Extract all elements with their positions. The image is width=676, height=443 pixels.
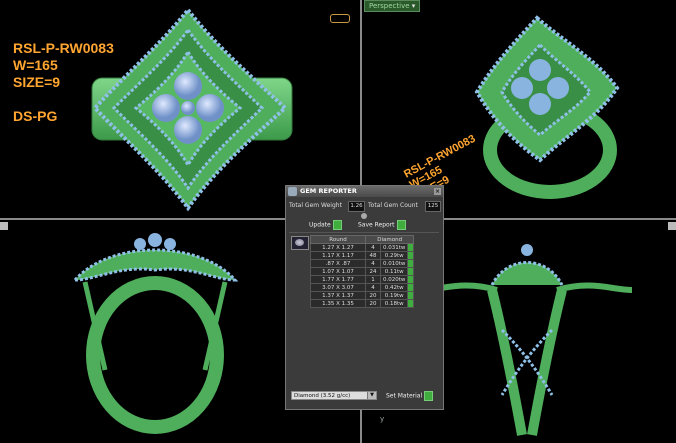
material-row: Diamond (3.52 g/cc) ▼ Set Material [291, 391, 439, 401]
gem-size: 1.27 X 1.27 [310, 243, 366, 252]
row-select-button[interactable] [407, 283, 415, 292]
table-row[interactable]: 1.77 X 1.77 1 0.020tw [310, 275, 415, 284]
totals-row: Total Gem Weight 1.26 Total Gem Count 12… [289, 201, 441, 212]
gem-weight: 0.11tw [379, 267, 409, 276]
gem-weight: 0.010tw [379, 259, 409, 268]
ring-size: SIZE=9 [13, 74, 61, 90]
table-row[interactable]: 1.07 X 1.07 24 0.11tw [310, 267, 415, 276]
row-select-button[interactable] [407, 291, 415, 300]
gem-count: 4 [365, 243, 381, 252]
action-row: Update Save Report [286, 220, 443, 231]
table-row[interactable]: .87 X .87 4 0.010tw [310, 259, 415, 268]
play-icon [332, 220, 342, 230]
table-row[interactable]: 1.17 X 1.17 48 0.29tw [310, 251, 415, 260]
table-row[interactable]: 1.27 X 1.27 4 0.031tw [310, 243, 415, 252]
gem-reporter-title: GEM REPORTER [300, 187, 357, 195]
chevron-down-icon: ▼ [367, 392, 376, 399]
gem-weight: 0.18tw [379, 299, 409, 308]
gem-weight: 0.031tw [379, 243, 409, 252]
gem-weight: 0.29tw [379, 251, 409, 260]
table-row[interactable]: 3.07 X 3.07 4 0.42tw [310, 283, 415, 292]
gem-count: 1 [365, 275, 381, 284]
gem-reporter-icon [288, 187, 297, 196]
gem-count: 20 [365, 291, 381, 300]
viewport-corner-handle[interactable] [0, 222, 8, 230]
material-select[interactable]: Diamond (3.52 g/cc) ▼ [291, 391, 377, 400]
viewport-label-perspective[interactable]: Perspective ▾ [364, 0, 421, 12]
row-select-button[interactable] [407, 267, 415, 276]
gem-size: 1.07 X 1.07 [310, 267, 366, 276]
gem-size: 1.37 X 1.37 [310, 291, 366, 300]
gem-reporter-titlebar[interactable]: GEM REPORTER × [286, 186, 443, 197]
row-select-button[interactable] [407, 299, 415, 308]
update-button[interactable]: Update [309, 220, 342, 230]
play-icon [396, 220, 406, 230]
gem-count: 20 [365, 299, 381, 308]
col-round: Round [310, 235, 366, 244]
row-select-button[interactable] [407, 275, 415, 284]
col-diamond: Diamond [364, 235, 415, 244]
row-select-button[interactable] [407, 243, 415, 252]
gem-round-thumbnail[interactable] [291, 236, 309, 250]
total-count-value: 125 [425, 201, 441, 212]
close-icon[interactable]: × [434, 188, 441, 195]
gem-weight: 0.42tw [379, 283, 409, 292]
total-weight-value: 1.26 [348, 201, 365, 212]
set-material-button[interactable]: Set Material [386, 391, 434, 401]
gem-size: 1.35 X 1.35 [310, 299, 366, 308]
divider [289, 232, 439, 233]
gem-table: Round Diamond 1.27 X 1.27 4 0.031tw 1.17 X … [310, 235, 415, 308]
gem-count: 24 [365, 267, 381, 276]
gem-count: 48 [365, 251, 381, 260]
save-report-button[interactable]: Save Report [358, 220, 406, 230]
table-row[interactable]: 1.35 X 1.35 20 0.18tw [310, 299, 415, 308]
total-weight-label: Total Gem Weight [289, 202, 342, 209]
total-count-label: Total Gem Count [368, 202, 418, 209]
panel-grip-dot[interactable] [361, 213, 367, 219]
ring-label-block: RSL-P-RW0083 W=165 SIZE=9 DS-PG [13, 40, 114, 125]
axis-y-label: y [380, 415, 385, 423]
gem-reporter-panel: GEM REPORTER × Total Gem Weight 1.26 Tot… [285, 185, 444, 410]
gem-weight: 0.020tw [379, 275, 409, 284]
gem-count: 4 [365, 259, 381, 268]
table-row[interactable]: 1.37 X 1.37 20 0.19tw [310, 291, 415, 300]
play-icon [424, 391, 434, 401]
gem-size: 1.17 X 1.17 [310, 251, 366, 260]
gem-icon [330, 14, 350, 23]
viewport-corner-handle[interactable] [668, 222, 676, 230]
ring-sku: RSL-P-RW0083 [13, 40, 114, 56]
gem-size: 1.77 X 1.77 [310, 275, 366, 284]
row-select-button[interactable] [407, 251, 415, 260]
gem-size: .87 X .87 [310, 259, 366, 268]
ring-weight: W=165 [13, 57, 58, 73]
gem-size: 3.07 X 3.07 [310, 283, 366, 292]
ring-alloy: DS-PG [13, 108, 58, 124]
gem-count: 4 [365, 283, 381, 292]
row-select-button[interactable] [407, 259, 415, 268]
gem-weight: 0.19tw [379, 291, 409, 300]
